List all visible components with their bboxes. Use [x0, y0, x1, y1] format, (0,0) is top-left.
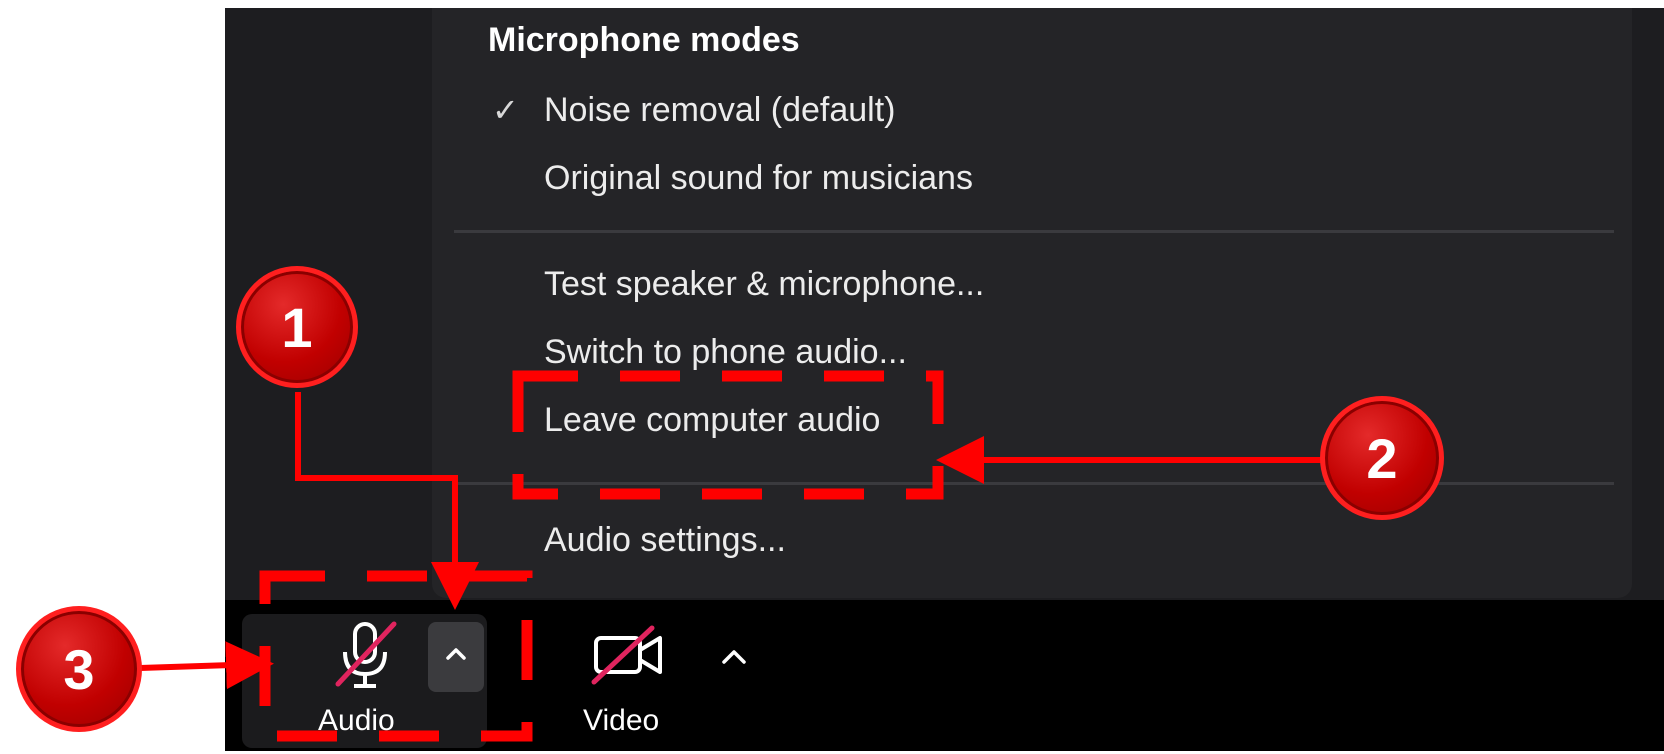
annotation-badge-3: 3	[16, 606, 142, 732]
annotation-badge-2: 2	[1320, 396, 1444, 520]
annotation-badge-1: 1	[236, 266, 358, 388]
checkmark-icon: ✓	[492, 92, 519, 128]
microphone-muted-icon	[335, 621, 397, 688]
menu-item-audio-settings[interactable]: Audio settings...	[544, 520, 786, 560]
video-camera-off-icon[interactable]	[590, 624, 670, 688]
screenshot-stage: Microphone modes ✓ Noise removal (defaul…	[0, 0, 1664, 754]
menu-item-original-sound[interactable]: Original sound for musicians	[544, 158, 973, 198]
audio-label: Audio	[318, 704, 395, 737]
menu-section-header: Microphone modes	[488, 21, 800, 59]
video-options-chevron-up-icon[interactable]	[716, 642, 752, 672]
menu-item-leave-computer-audio[interactable]: Leave computer audio	[544, 400, 880, 440]
video-label: Video	[583, 704, 660, 737]
menu-divider	[454, 230, 1614, 233]
audio-options-caret-button[interactable]	[428, 622, 484, 692]
chevron-up-icon	[446, 648, 466, 660]
menu-divider	[454, 482, 1614, 485]
menu-item-test-speaker-mic[interactable]: Test speaker & microphone...	[544, 264, 984, 304]
menu-item-noise-removal[interactable]: Noise removal (default)	[544, 90, 895, 130]
menu-item-switch-phone-audio[interactable]: Switch to phone audio...	[544, 332, 907, 372]
audio-options-menu: Microphone modes ✓ Noise removal (defaul…	[432, 8, 1632, 598]
